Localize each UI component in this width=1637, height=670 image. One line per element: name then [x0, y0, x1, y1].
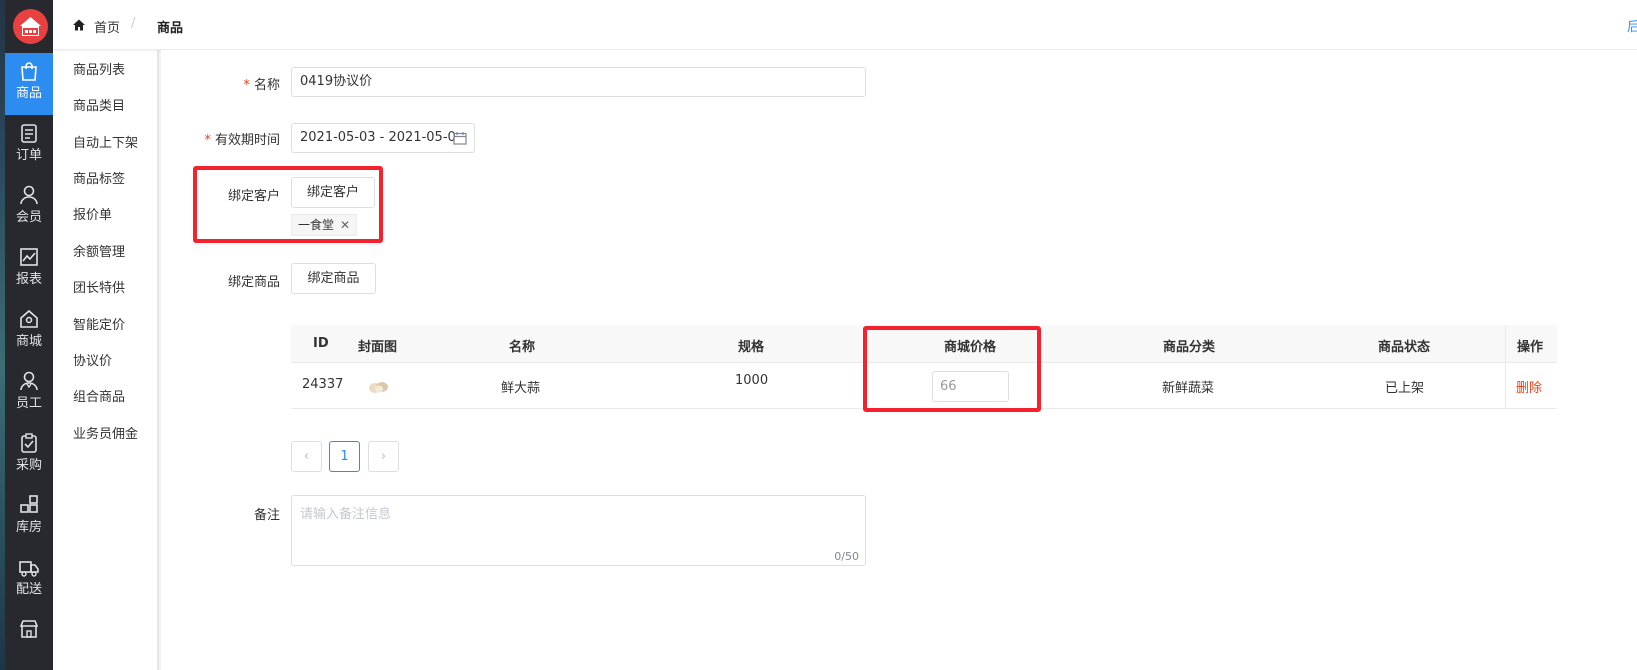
sidebar-item-label: 员工: [15, 396, 42, 411]
top-header: 首页 / 商品 后: [53, 0, 1637, 50]
agreement-price-form: * 名称 0419协议价 * 有效期时间 2021-05-03 - 2021-05-…: [161, 50, 1637, 670]
cell-spec: 1000: [735, 373, 769, 388]
calendar-icon: [453, 132, 467, 145]
sidebar-item-orders[interactable]: 订单: [5, 115, 53, 177]
submenu-item-commission[interactable]: 业务员佣金: [73, 427, 138, 443]
pagination-page-1[interactable]: 1: [329, 441, 360, 472]
garlic-thumbnail: [369, 382, 388, 393]
breadcrumb-separator: /: [131, 16, 136, 31]
house-logo-icon: [13, 9, 48, 44]
submenu-item-balance[interactable]: 余额管理: [73, 245, 125, 261]
highlight-box-customer: [193, 166, 383, 243]
cell-name: 鲜大蒜: [501, 381, 541, 396]
column-header-category: 商品分类: [1163, 340, 1216, 355]
submenu-item-product-category[interactable]: 商品类目: [73, 99, 125, 115]
breadcrumb-current: 商品: [157, 21, 184, 36]
sidebar-item-label: 会员: [15, 210, 42, 225]
sidebar-item-members[interactable]: 会员: [5, 177, 53, 239]
delete-link[interactable]: 删除: [1516, 377, 1542, 396]
order-document-icon: [21, 124, 37, 143]
remark-char-count: 0/50: [834, 550, 859, 563]
pagination-prev-button[interactable]: ‹: [291, 441, 322, 472]
sidebar-item-mall[interactable]: 商城: [5, 301, 53, 363]
sidebar-item-label: 库房: [15, 520, 42, 535]
column-header-id: ID: [313, 336, 329, 351]
submenu-item-smart-pricing[interactable]: 智能定价: [73, 318, 125, 334]
product-submenu: 商品列表 商品类目 自动上下架 商品标签 报价单 余额管理 团长特供 智能定价 …: [53, 0, 159, 670]
sidebar-item-reports[interactable]: 报表: [5, 239, 53, 301]
bind-product-button[interactable]: 绑定商品: [291, 263, 376, 294]
sidebar-item-label: 报表: [15, 272, 42, 287]
report-chart-icon: [20, 248, 38, 266]
delivery-truck-icon: [19, 561, 39, 577]
submenu-item-agreement-price[interactable]: 协议价: [73, 354, 112, 370]
pagination-next-button[interactable]: ›: [368, 441, 399, 472]
sidebar-item-store[interactable]: [5, 611, 53, 670]
remark-placeholder: 请输入备注信息: [300, 507, 392, 522]
submenu-item-auto-shelf[interactable]: 自动上下架: [73, 136, 138, 152]
sidebar-item-label: 订单: [15, 148, 42, 163]
shopping-bag-icon: [21, 62, 37, 81]
column-header-cover: 封面图: [358, 340, 398, 355]
column-header-status: 商品状态: [1378, 340, 1431, 355]
app-logo[interactable]: [13, 9, 48, 44]
period-label: * 有效期时间: [204, 133, 280, 148]
name-input[interactable]: 0419协议价: [291, 67, 866, 97]
sidebar-item-label: 商品: [15, 86, 42, 101]
column-header-name: 名称: [509, 340, 536, 355]
date-range-input[interactable]: 2021-05-03 - 2021-05-0: [291, 123, 475, 153]
cell-status: 已上架: [1385, 381, 1425, 396]
mall-home-icon: [20, 309, 38, 328]
remark-textarea[interactable]: 请输入备注信息 0/50: [291, 495, 866, 566]
home-icon: [73, 19, 85, 31]
sidebar-item-warehouse[interactable]: 库房: [5, 487, 53, 549]
header-right-link[interactable]: 后: [1627, 16, 1637, 35]
date-range-value: 2021-05-03 - 2021-05-0: [300, 130, 456, 145]
sidebar-item-label: 采购: [15, 458, 42, 473]
staff-icon: [20, 371, 38, 391]
warehouse-icon: [20, 495, 38, 513]
breadcrumb-home[interactable]: 首页: [94, 17, 120, 36]
sidebar-item-products[interactable]: 商品: [5, 53, 53, 115]
action-column-divider: [1505, 325, 1506, 409]
sidebar-item-label: 商城: [15, 334, 42, 349]
submenu-item-product-tags[interactable]: 商品标签: [73, 172, 125, 188]
submenu-item-product-list[interactable]: 商品列表: [73, 63, 125, 79]
member-user-icon: [20, 185, 38, 205]
submenu-item-quotation[interactable]: 报价单: [73, 208, 112, 224]
cell-id: 24337: [302, 377, 344, 392]
purchase-clipboard-icon: [21, 433, 37, 453]
sidebar-item-staff[interactable]: 员工: [5, 363, 53, 425]
sidebar-item-label: 配送: [15, 582, 42, 597]
cell-category: 新鲜蔬菜: [1162, 381, 1215, 396]
column-header-action: 操作: [1517, 340, 1544, 355]
sidebar-item-purchase[interactable]: 采购: [5, 425, 53, 487]
highlight-box-price: [863, 326, 1041, 412]
bind-product-label: 绑定商品: [227, 275, 280, 290]
column-header-spec: 规格: [738, 340, 765, 355]
submenu-item-combo-products[interactable]: 组合商品: [73, 390, 125, 406]
remark-label: 备注: [253, 508, 280, 523]
store-front-icon: [19, 620, 39, 638]
sidebar-item-delivery[interactable]: 配送: [5, 549, 53, 611]
submenu-item-group-leader[interactable]: 团长特供: [73, 281, 125, 297]
name-label: * 名称: [243, 78, 280, 93]
